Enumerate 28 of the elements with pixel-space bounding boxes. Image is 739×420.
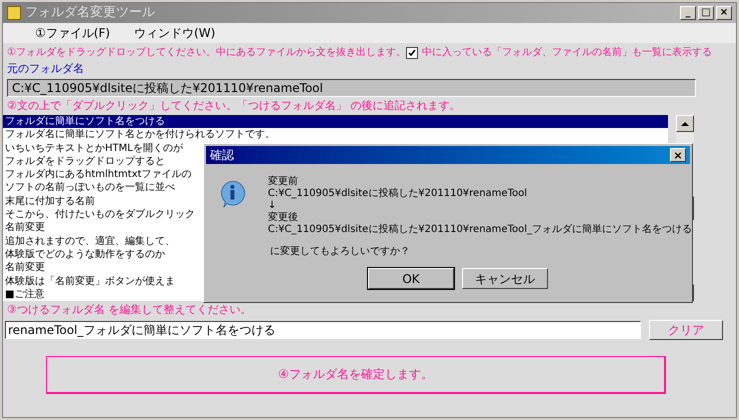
window-title: フォルダ名変更ツール [25, 4, 155, 22]
dialog-text: ↓ [268, 200, 276, 212]
window-control-button[interactable]: _ [680, 6, 696, 20]
instruction-text: ③つけるフォルダ名 を編集して整えてください。 [6, 302, 252, 318]
window-control-button[interactable]: □ [698, 6, 714, 20]
list-item[interactable]: フォルダ名に簡単にソフト名とかを付けられるソフトです。 [3, 128, 668, 142]
instruction-text: ②文の上で「ダブルクリック」してください。「つけるフォルダ名」 の後に追記されます。 [6, 98, 462, 114]
dialog-text: 変更前 [268, 176, 298, 188]
dialog-button[interactable]: キャンセル [462, 268, 548, 289]
menu-item[interactable]: ①ファイル(F) [35, 24, 110, 42]
scroll-up-icon[interactable] [676, 115, 694, 132]
checkbox[interactable] [406, 46, 418, 58]
source-path-field: C:¥C_110905¥dlsiteに投稿した¥201110¥renameTool [7, 78, 696, 96]
window-control-button[interactable]: × [716, 6, 732, 20]
field-label: 元のフォルダ名 [6, 61, 85, 77]
list-item[interactable]: フォルダに簡単にソフト名をつける [3, 115, 668, 128]
instruction-text: ①フォルダをドラッグドロップしてください。中にあるファイルから文を抜き出します。 [7, 46, 406, 60]
dialog-text: C:¥C_110905¥dlsiteに投稿した¥201110¥renameTool_フォルダに簡単にソフト名をつける [268, 224, 692, 236]
dialog-text: 変更後 [268, 212, 298, 224]
dialog-title: 確認 [210, 147, 234, 164]
dialog-text: C:¥C_110905¥dlsiteに投稿した¥201110¥renameTool [268, 188, 527, 200]
close-button[interactable]: × [670, 148, 686, 162]
menu-item[interactable]: ウィンドウ(W) [134, 24, 216, 42]
dialog-question: に変更してもよろしいですか？ [270, 246, 410, 258]
folder-name-field[interactable]: renameTool_フォルダに簡単にソフト名をつける [5, 320, 641, 338]
dialog-button[interactable]: OK [368, 268, 454, 289]
app-icon [7, 6, 21, 20]
checkbox-label: 中に入っている「フォルダ、ファイルの名前」も一覧に表示する [422, 46, 712, 60]
